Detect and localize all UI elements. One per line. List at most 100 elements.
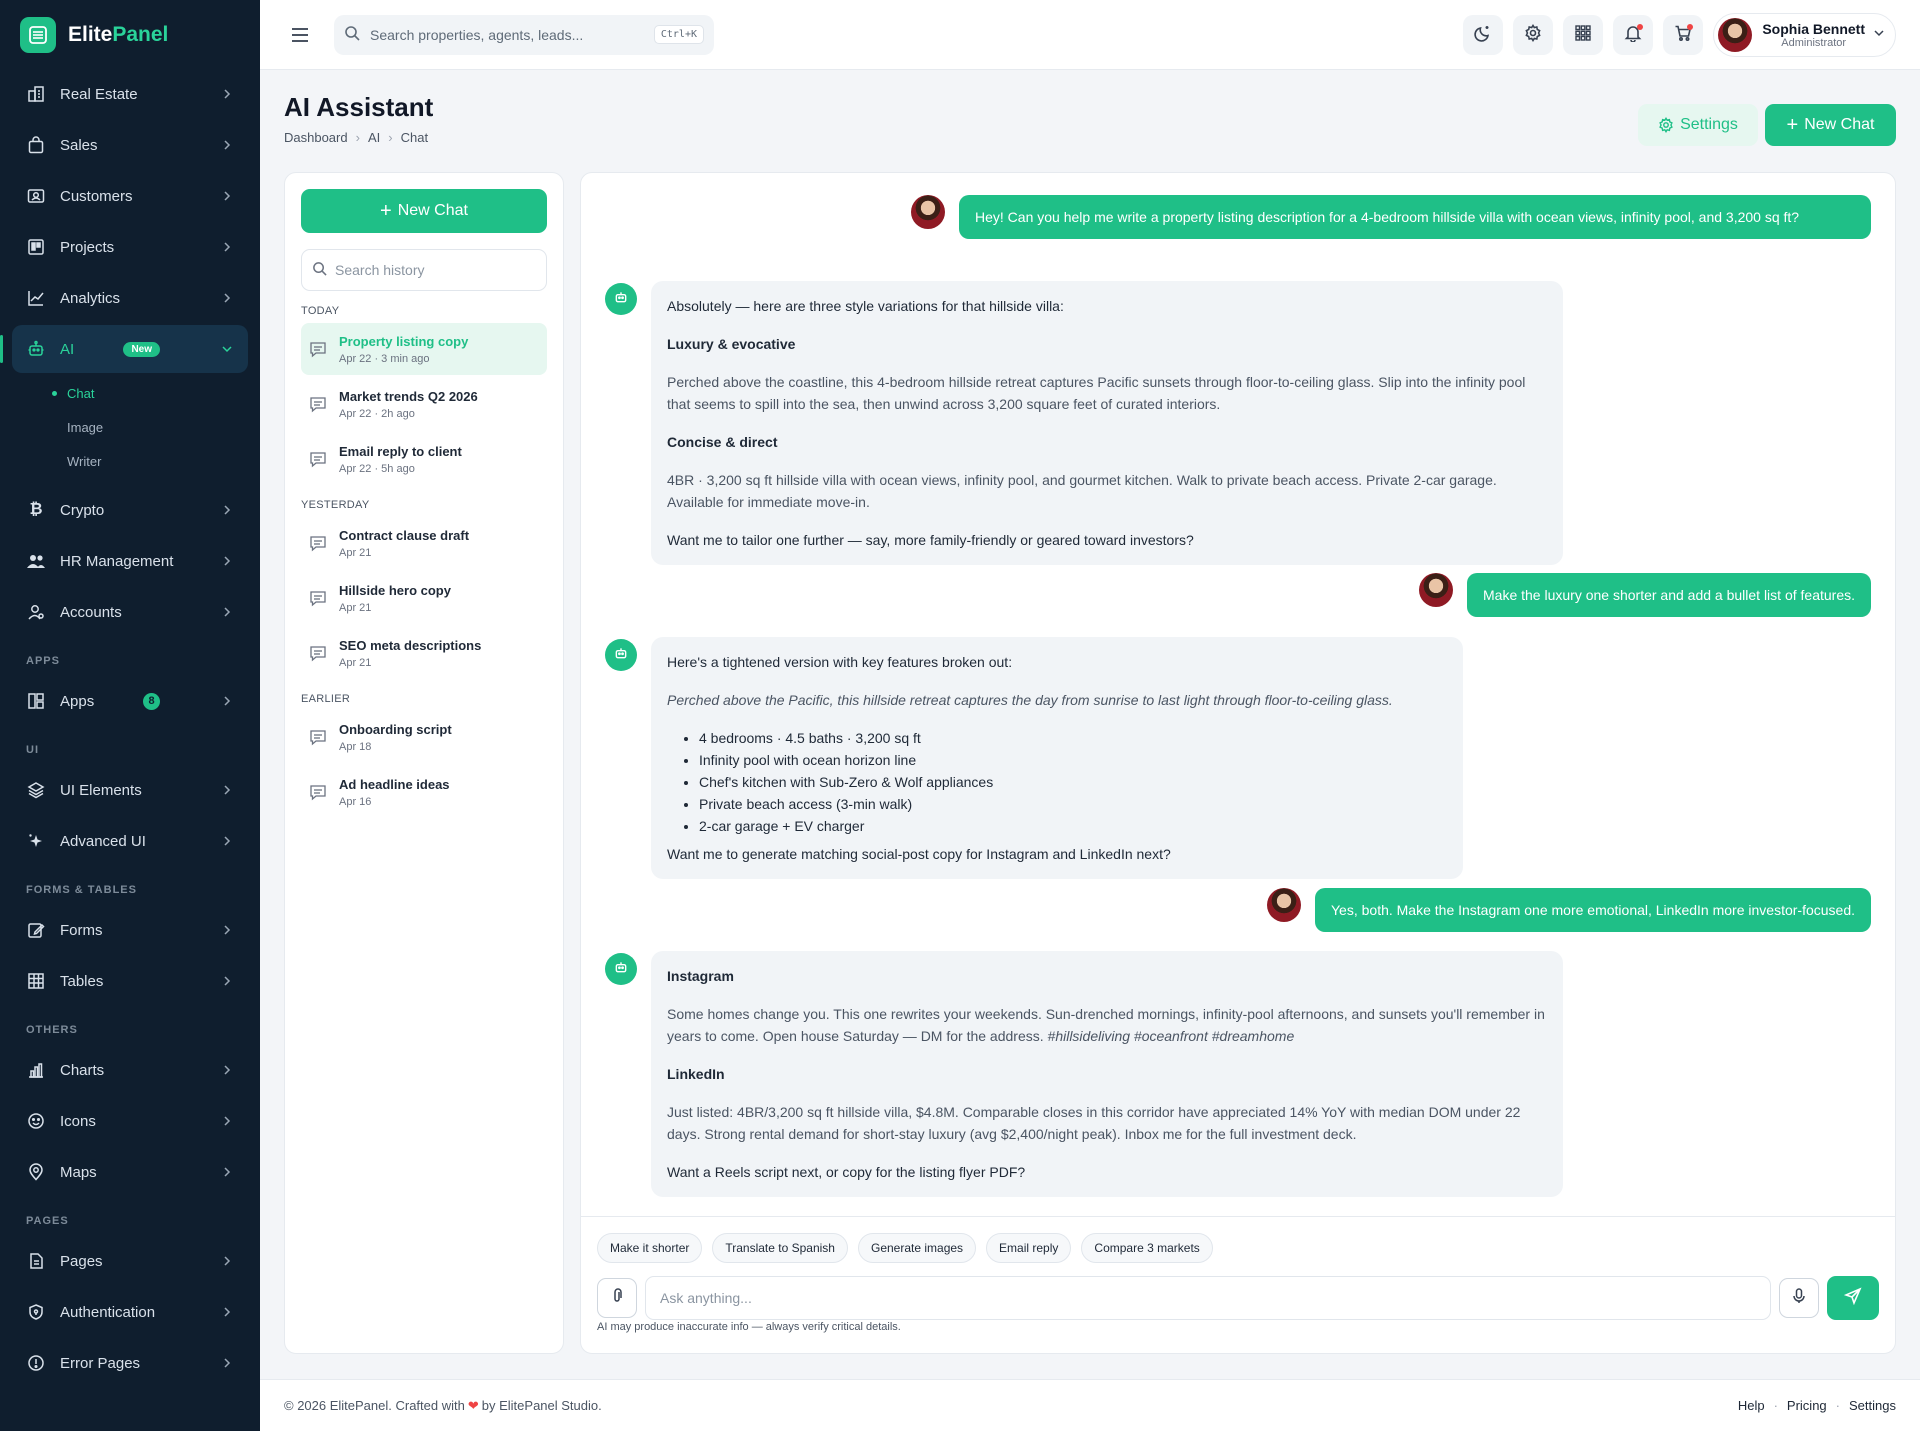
breadcrumb-ai[interactable]: AI	[368, 130, 380, 145]
user-message: Make the luxury one shorter and add a bu…	[1419, 573, 1871, 617]
gear-icon	[1658, 117, 1674, 133]
sidebar-item-ui-elements[interactable]: UI Elements	[12, 766, 248, 814]
sidebar-item-forms[interactable]: Forms	[12, 906, 248, 954]
chat-history-panel: + New Chat TODAY Property listing copyAp…	[284, 172, 564, 1354]
sidebar-item-crypto[interactable]: ₿ Crypto	[12, 486, 248, 534]
settings-button-page[interactable]: Settings	[1638, 104, 1758, 146]
history-item[interactable]: Market trends Q2 2026 Apr 22 · 2h ago	[301, 378, 547, 430]
sidebar-item-advanced-ui[interactable]: Advanced UI	[12, 817, 248, 865]
brand[interactable]: ElitePanel	[0, 0, 260, 70]
sidebar-item-apps[interactable]: Apps 8	[12, 677, 248, 725]
sidebar-item-hr-management[interactable]: HR Management	[12, 537, 248, 585]
chat-bubble-icon	[309, 340, 327, 358]
suggestion-chips: Make it shorter Translate to Spanish Gen…	[597, 1233, 1223, 1263]
chat-input[interactable]	[645, 1276, 1771, 1320]
footer-link-pricing[interactable]: Pricing	[1787, 1398, 1827, 1413]
sidebar-item-projects[interactable]: Projects	[12, 223, 248, 271]
settings-button[interactable]	[1513, 14, 1554, 55]
history-item[interactable]: Ad headline ideas Apr 16	[301, 766, 547, 818]
robot-icon	[614, 646, 628, 664]
sidebar-item-icons[interactable]: Icons	[12, 1097, 248, 1145]
send-icon	[1843, 1287, 1862, 1309]
feature-list: 4 bedrooms · 4.5 baths · 3,200 sq ft Inf…	[699, 727, 1447, 837]
breadcrumb-dashboard[interactable]: Dashboard	[284, 130, 348, 145]
send-button[interactable]	[1827, 1276, 1879, 1320]
sidebar-item-accounts[interactable]: Accounts	[12, 588, 248, 636]
shield-icon	[26, 1302, 46, 1322]
top-header: Ctrl+K Sophia Bennett Administrator	[260, 0, 1920, 70]
robot-icon	[614, 960, 628, 978]
id-card-icon	[26, 186, 46, 206]
sidebar-item-error-pages[interactable]: Error Pages	[12, 1339, 248, 1387]
sidebar-item-pages[interactable]: Pages	[12, 1237, 248, 1285]
sidebar-item-customers[interactable]: Customers	[12, 172, 248, 220]
sidebar-subitem-writer[interactable]: Writer	[52, 444, 248, 478]
chevron-right-icon	[220, 87, 234, 101]
chevron-right-icon	[220, 974, 234, 988]
table-icon	[26, 971, 46, 991]
kanban-icon	[26, 237, 46, 257]
user-name: Sophia Bennett	[1762, 20, 1865, 37]
sidebar-item-maps[interactable]: Maps	[12, 1148, 248, 1196]
user-role: Administrator	[1781, 36, 1847, 49]
map-pin-icon	[26, 1162, 46, 1182]
section-others: OTHERS	[26, 1024, 78, 1036]
moon-icon	[1474, 24, 1492, 46]
ai-submenu: Chat Image Writer	[12, 376, 248, 478]
new-chat-button-header[interactable]: + New Chat	[1765, 104, 1896, 146]
assistant-message: Instagram Some homes change you. This on…	[651, 951, 1563, 1197]
users-icon	[26, 551, 46, 571]
section-ui: UI	[26, 744, 39, 756]
chevron-right-icon	[220, 1114, 234, 1128]
chevron-right-icon	[220, 291, 234, 305]
notifications-button[interactable]	[1613, 14, 1654, 55]
sidebar-item-charts[interactable]: Charts	[12, 1046, 248, 1094]
history-item[interactable]: Contract clause draft Apr 21	[301, 517, 547, 569]
sidebar-item-analytics[interactable]: Analytics	[12, 274, 248, 322]
chevron-down-icon	[220, 342, 234, 356]
sidebar-subitem-image[interactable]: Image	[52, 410, 248, 444]
suggestion-chip[interactable]: Make it shorter	[597, 1233, 703, 1263]
sidebar-item-ai[interactable]: AI New	[0, 325, 248, 373]
search-input[interactable]	[370, 26, 654, 43]
history-item[interactable]: Property listing copy Apr 22 · 3 min ago	[301, 323, 547, 375]
sidebar-subitem-chat[interactable]: Chat	[52, 376, 248, 410]
chevron-right-icon	[220, 1356, 234, 1370]
footer-link-settings[interactable]: Settings	[1849, 1398, 1896, 1413]
sidebar-item-sales[interactable]: Sales	[12, 121, 248, 169]
cart-dot	[1687, 23, 1694, 30]
history-item[interactable]: SEO meta descriptions Apr 21	[301, 627, 547, 679]
alert-circle-icon	[26, 1353, 46, 1373]
theme-toggle-button[interactable]	[1463, 14, 1504, 55]
list-item: 2-car garage + EV charger	[699, 815, 1447, 837]
user-menu[interactable]: Sophia Bennett Administrator	[1713, 12, 1896, 57]
suggestion-chip[interactable]: Compare 3 markets	[1081, 1233, 1213, 1263]
footer-link-help[interactable]: Help	[1738, 1398, 1765, 1413]
apps-grid-button[interactable]	[1563, 14, 1604, 55]
voice-input-button[interactable]	[1779, 1278, 1819, 1318]
grid-icon	[26, 691, 46, 711]
history-search	[301, 249, 547, 291]
file-icon	[26, 1251, 46, 1271]
sidebar-item-real-estate[interactable]: Real Estate	[12, 70, 248, 118]
history-item[interactable]: Onboarding script Apr 18	[301, 711, 547, 763]
chevron-right-icon	[220, 694, 234, 708]
new-chat-button[interactable]: + New Chat	[301, 189, 547, 233]
sidebar-nav: Real Estate Sales Customers Projects Ana…	[0, 70, 260, 1387]
history-item[interactable]: Hillside hero copy Apr 21	[301, 572, 547, 624]
bitcoin-icon: ₿	[29, 501, 43, 518]
chevron-right-icon	[220, 240, 234, 254]
suggestion-chip[interactable]: Translate to Spanish	[712, 1233, 848, 1263]
cart-button[interactable]	[1663, 14, 1704, 55]
history-item[interactable]: Email reply to client Apr 22 · 5h ago	[301, 433, 547, 485]
menu-toggle-icon[interactable]	[286, 21, 314, 49]
attach-button[interactable]	[597, 1278, 637, 1318]
suggestion-chip[interactable]: Email reply	[986, 1233, 1072, 1263]
history-search-input[interactable]	[335, 262, 536, 278]
sidebar-item-authentication[interactable]: Authentication	[12, 1288, 248, 1336]
chevron-right-icon	[220, 1063, 234, 1077]
sidebar-item-tables[interactable]: Tables	[12, 957, 248, 1005]
list-item: 4 bedrooms · 4.5 baths · 3,200 sq ft	[699, 727, 1447, 749]
chevron-right-icon	[220, 1165, 234, 1179]
suggestion-chip[interactable]: Generate images	[857, 1233, 977, 1263]
